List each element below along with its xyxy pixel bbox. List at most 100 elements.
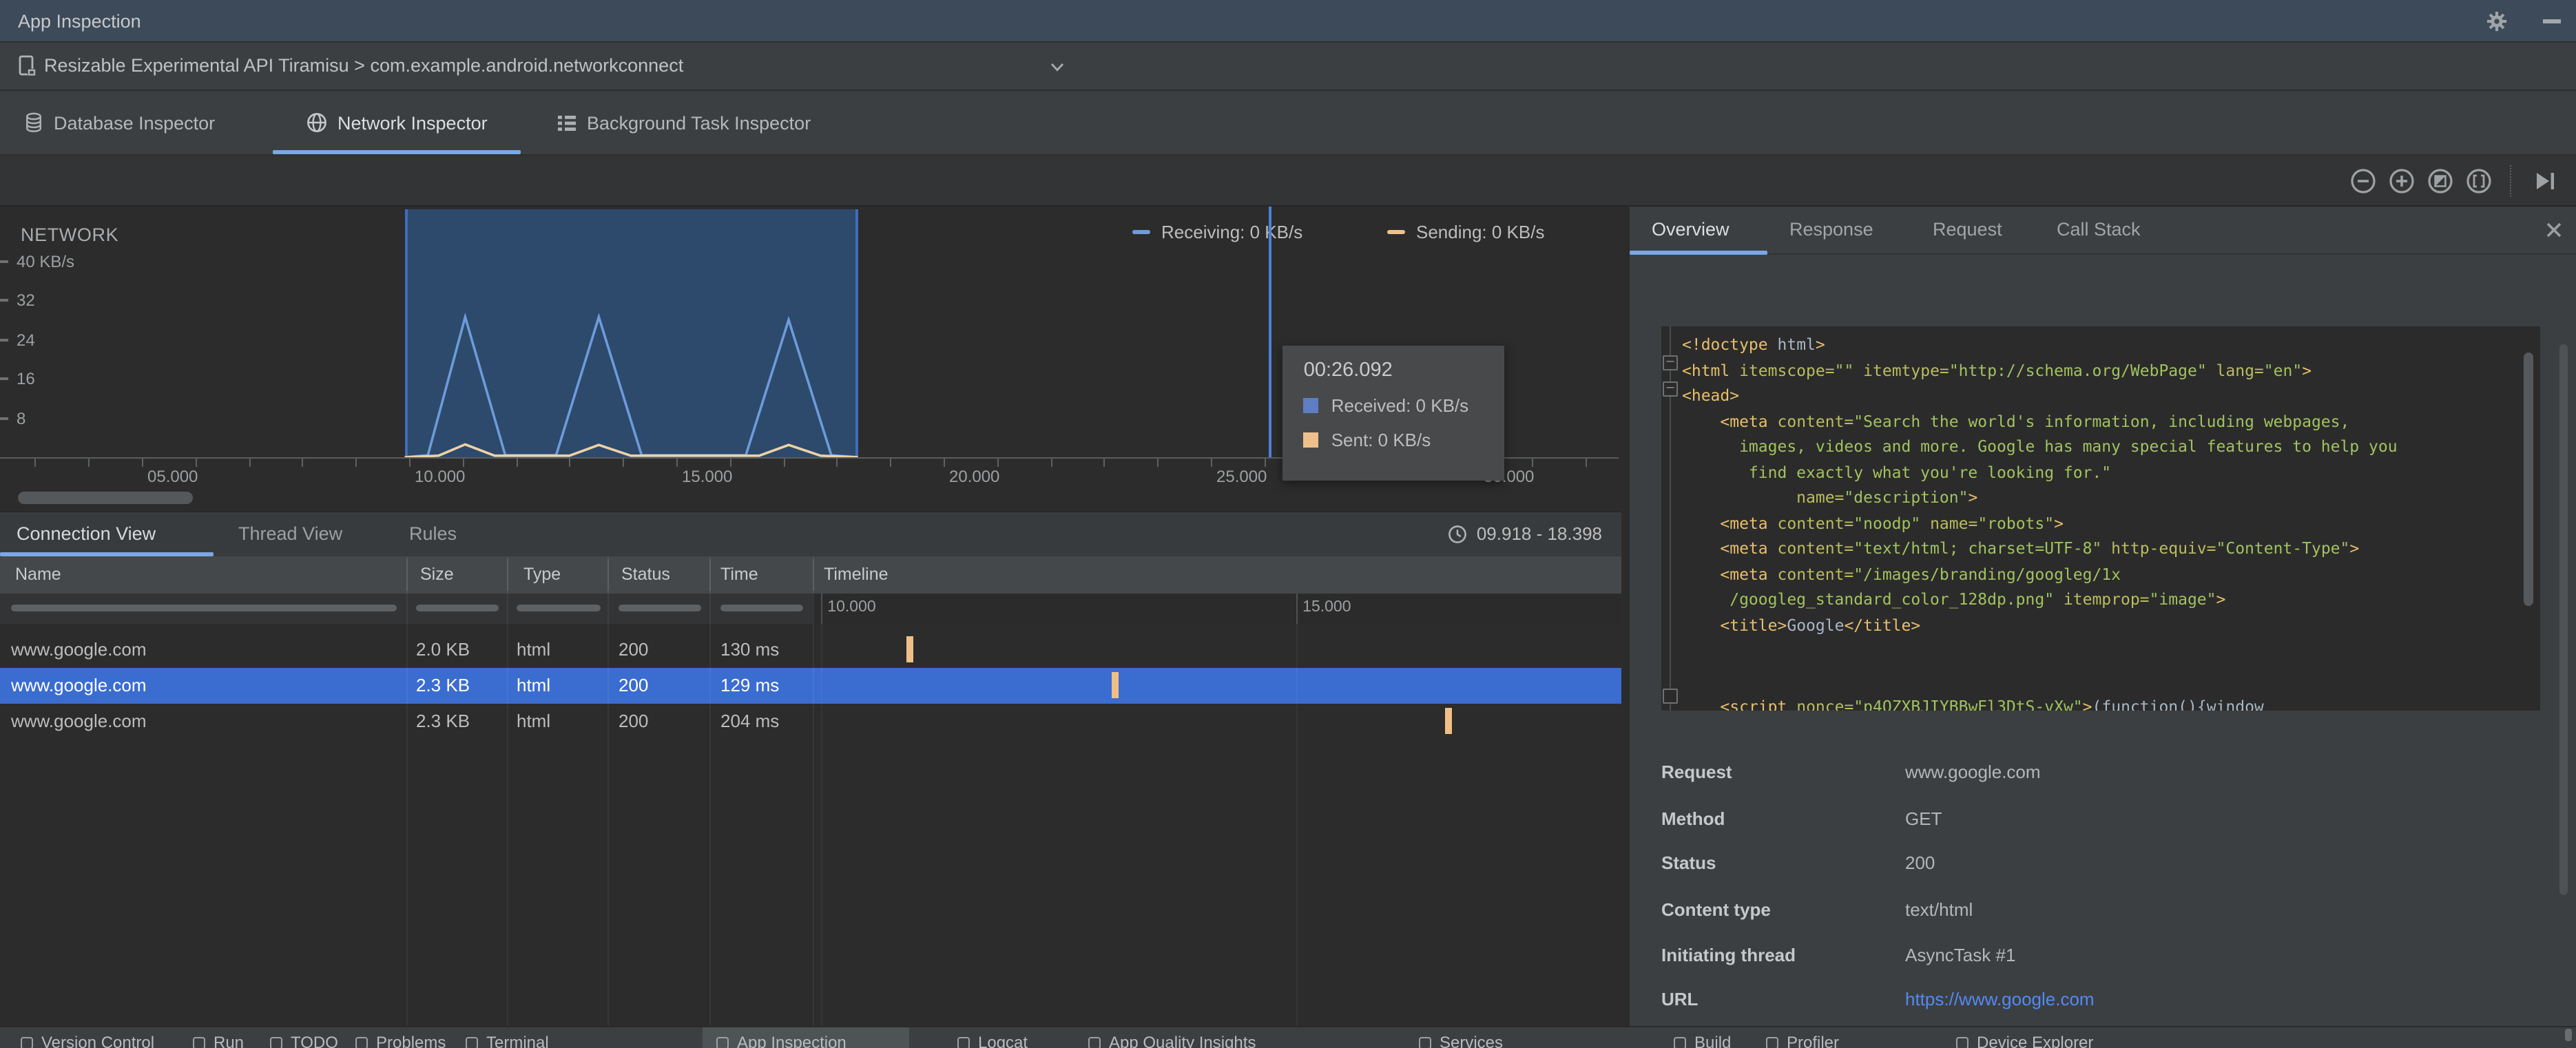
fold-marker[interactable] [1663,689,1678,704]
y-tick-label: 40 KB/s [17,251,75,271]
time-scrollbar[interactable] [720,605,803,611]
col-status[interactable]: Status [621,565,670,584]
tab-label: Database Inspector [54,112,216,133]
x-tick [1157,459,1159,467]
range-text: 09.918 - 18.398 [1476,523,1602,544]
x-tick [623,459,625,467]
field-label-url: URL [1661,989,1699,1009]
connections-tab-bar: Connection View Thread View Rules 09.918… [0,512,1621,556]
minimize-icon[interactable] [2543,19,2561,23]
app-inspection-window: App Inspection Resizable Experimental AP… [0,0,2576,1048]
zoom-to-selection-icon[interactable] [2466,168,2492,194]
tab-response[interactable]: Response [1789,219,1873,240]
tool-window-button-todo[interactable]: TODO [270,1033,338,1048]
col-type[interactable]: Type [523,565,561,584]
tool-window-button-app-inspection[interactable]: App Inspection [716,1033,846,1048]
cell-time: 204 ms [720,711,780,731]
y-tick [0,260,8,263]
details-scrollbar[interactable] [2559,344,2568,895]
chart-horizontal-scrollbar[interactable] [18,492,193,504]
tab-rules[interactable]: Rules [409,523,457,544]
tab-background-task-inspector[interactable]: Background Task Inspector [557,91,811,154]
name-scrollbar[interactable] [11,605,397,611]
field-label-content-type: Content type [1661,899,1771,920]
tool-window-button-logcat[interactable]: Logcat [957,1033,1028,1048]
tool-window-button-problems[interactable]: Problems [355,1033,446,1048]
y-tick [0,338,8,342]
field-value-url[interactable]: https://www.google.com [1905,989,2095,1009]
table-row[interactable]: www.google.com 2.3 KB html 200 204 ms [0,704,1621,740]
zoom-in-icon[interactable] [2389,168,2415,194]
col-timeline[interactable]: Timeline [824,565,889,584]
tool-window-button-services[interactable]: Services [1419,1033,1503,1048]
type-scrollbar[interactable] [517,605,601,611]
skip-to-end-icon[interactable] [2532,168,2558,194]
code-line: images, videos and more. Google has many… [1682,437,2398,456]
tab-database-inspector[interactable]: Database Inspector [23,91,215,154]
tool-window-button-terminal[interactable]: Terminal [466,1033,549,1048]
tab-label: Background Task Inspector [587,112,811,133]
field-label-method: Method [1661,808,1725,829]
x-tick [516,459,518,467]
list-icon [558,115,576,130]
tab-overview[interactable]: Overview [1652,219,1730,240]
tool-window-button-build[interactable]: Build [1674,1033,1731,1048]
zoom-out-icon[interactable] [2350,168,2376,194]
fold-marker[interactable]: – [1663,381,1678,397]
tool-window-button-run[interactable]: Run [193,1033,244,1048]
field-value-initiating-thread: AsyncTask #1 [1905,945,2016,965]
tool-window-icon [21,1036,33,1048]
tool-window-button-device-explorer[interactable]: Device Explorer [1956,1033,2093,1048]
timeline-tick-label: 15.000 [1302,599,1351,616]
status-scrollbar[interactable] [619,605,701,611]
timeline-axis: 10.000 15.000 [813,594,1621,624]
received-swatch [1303,398,1319,413]
size-scrollbar[interactable] [416,605,499,611]
close-icon[interactable] [2544,220,2564,240]
timeline-marker[interactable] [1112,672,1119,698]
x-tick [997,459,999,467]
timeline-marker[interactable] [1444,708,1452,734]
tab-network-inspector[interactable]: Network Inspector [273,91,521,154]
x-tick [1050,459,1052,467]
network-chart[interactable]: NETWORK Receiving: 0 KB/s Sending: 0 KB/… [0,207,1621,511]
code-line: <script nonce="p4OZXBJIYBBwEl3DtS-vXw">(… [1720,697,2264,711]
tool-window-button-profiler[interactable]: Profiler [1766,1033,1839,1048]
fold-marker[interactable]: – [1663,355,1678,370]
tool-window-button-app-quality-insights[interactable]: App Quality Insights [1088,1033,1256,1048]
code-scrollbar[interactable] [2524,353,2533,606]
tab-call-stack[interactable]: Call Stack [2057,219,2141,240]
tool-window-icon [1766,1036,1778,1048]
y-tick-label: 8 [17,408,26,428]
globe-icon [307,113,326,132]
x-tick [88,459,90,467]
tooltip-time: 00:26.092 [1303,359,1393,381]
x-tick [249,459,251,467]
y-tick-label: 32 [17,291,35,311]
tab-thread-view[interactable]: Thread View [238,523,342,544]
table-row[interactable]: www.google.com 2.0 KB html 200 130 ms [0,632,1621,668]
x-tick [1103,459,1105,467]
col-name[interactable]: Name [15,565,61,584]
tab-request[interactable]: Request [1933,219,2002,240]
reset-zoom-icon[interactable] [2427,168,2453,194]
tool-window-button-version-control[interactable]: Version Control [21,1033,154,1048]
tab-connection-view[interactable]: Connection View [17,523,156,544]
code-line: find exactly what you're looking for." [1682,462,2112,481]
table-header[interactable]: Name Size Type Status Time Timeline [0,556,1621,594]
col-size[interactable]: Size [420,565,454,584]
connections-panel: Connection View Thread View Rules 09.918… [0,511,1621,1027]
code-line: <meta content="Search the world's inform… [1720,411,2350,430]
col-time[interactable]: Time [720,565,758,584]
table-row[interactable]: www.google.com 2.3 KB html 200 129 ms [0,668,1621,704]
cell-type: html [517,675,551,695]
process-selector-bar[interactable]: Resizable Experimental API Tiramisu > co… [0,43,2576,91]
gear-icon[interactable] [2486,11,2507,32]
tool-window-icon [466,1036,478,1048]
timeline-marker[interactable] [906,636,913,662]
x-tick [729,459,731,467]
tool-window-icon [1088,1036,1101,1048]
active-tab-underline [1630,251,1767,255]
response-preview-code[interactable]: – – <!doctype html> <html itemscope="" it… [1661,326,2540,711]
y-tick [0,299,8,302]
